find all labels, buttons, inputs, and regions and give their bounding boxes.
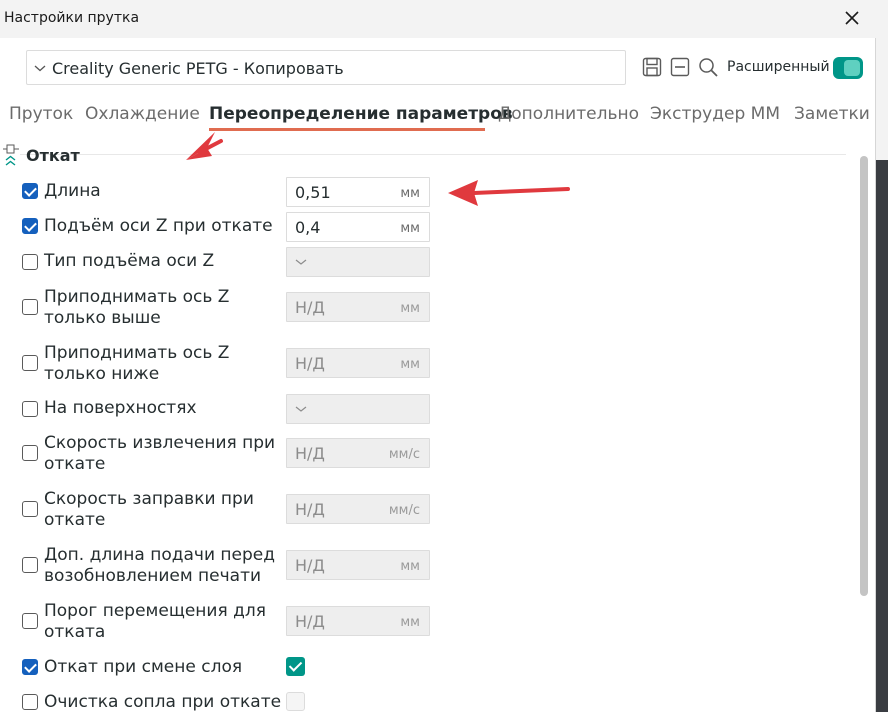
setting-row-z-hop: Подъём оси Z при откате 0,4 мм — [0, 211, 846, 243]
tab-notes[interactable]: Заметки — [794, 104, 870, 124]
override-checkbox[interactable] — [22, 659, 38, 675]
setting-row-retract-on-layer-change: Откат при смене слоя — [0, 653, 846, 681]
field-value: 0,51 — [295, 183, 331, 202]
field-unit: мм — [400, 357, 420, 372]
setting-row-z-hop-type: Тип подъёма оси Z — [0, 246, 846, 278]
override-checkbox[interactable] — [22, 254, 38, 270]
setting-label: Порог перемещения для отката — [44, 601, 266, 642]
advanced-mode-toggle[interactable] — [833, 57, 863, 79]
window-title: Настройки прутка — [4, 10, 140, 26]
field-unit: мм/с — [388, 503, 420, 518]
tab-multimaterial[interactable]: Экструдер ММ — [650, 104, 780, 124]
preset-selector[interactable]: Creality Generic PETG - Копировать — [26, 50, 626, 85]
setting-label: Очистка сопла при откате — [44, 692, 282, 712]
field-unit: мм — [400, 186, 420, 201]
setting-label: Тип подъёма оси Z — [44, 251, 215, 271]
setting-row-retraction-speed: Скорость извлечения при откате Н/Д мм/с — [0, 432, 846, 476]
retraction-icon — [3, 144, 19, 166]
section-title: Откат — [26, 146, 80, 165]
field-value: Н/Д — [295, 556, 325, 575]
override-checkbox[interactable] — [22, 613, 38, 629]
field-value: Н/Д — [295, 298, 325, 317]
field-unit: мм — [400, 615, 420, 630]
close-icon[interactable] — [842, 8, 862, 28]
setting-row-extra-length: Доп. длина подачи перед возобновлением п… — [0, 544, 846, 588]
override-checkbox[interactable] — [22, 218, 38, 234]
field-unit: мм — [400, 301, 420, 316]
lift-below-input[interactable]: Н/Д мм — [286, 348, 430, 378]
setting-label: Приподнимать ось Z только выше — [44, 287, 230, 328]
retraction-speed-input[interactable]: Н/Д мм/с — [286, 438, 430, 468]
on-surfaces-select[interactable] — [286, 394, 430, 424]
field-value: Н/Д — [295, 612, 325, 631]
field-value: Н/Д — [295, 500, 325, 519]
setting-row-lift-above: Приподнимать ось Z только выше Н/Д мм — [0, 286, 846, 330]
field-unit: мм — [400, 559, 420, 574]
field-unit: мм — [400, 221, 420, 236]
tab-advanced[interactable]: Дополнительно — [498, 104, 639, 124]
setting-row-travel-threshold: Порог перемещения для отката Н/Д мм — [0, 600, 846, 644]
scrollbar[interactable] — [860, 156, 868, 596]
setting-label: Скорость заправки при откате — [44, 489, 254, 530]
active-tab-indicator — [209, 128, 485, 131]
override-checkbox[interactable] — [22, 501, 38, 517]
tab-cooling[interactable]: Охлаждение — [85, 104, 200, 124]
override-checkbox[interactable] — [22, 183, 38, 199]
chevron-down-icon — [295, 259, 307, 265]
lift-above-input[interactable]: Н/Д мм — [286, 292, 430, 322]
toggle-knob — [844, 60, 860, 76]
setting-label: Длина — [44, 181, 101, 201]
setting-row-length: Длина 0,51 мм — [0, 176, 846, 208]
setting-row-on-surfaces: На поверхностях — [0, 393, 846, 425]
setting-row-lift-below: Приподнимать ось Z только ниже Н/Д мм — [0, 342, 846, 386]
travel-threshold-input[interactable]: Н/Д мм — [286, 606, 430, 636]
section-header-retraction: Откат — [0, 144, 846, 168]
delete-preset-icon[interactable] — [669, 56, 691, 78]
setting-label: Приподнимать ось Z только ниже — [44, 343, 230, 384]
setting-label: Откат при смене слоя — [44, 657, 243, 677]
search-icon[interactable] — [697, 56, 719, 78]
setting-row-wipe: Очистка сопла при откате — [0, 688, 846, 712]
advanced-mode-label: Расширенный — [727, 59, 830, 75]
chevron-down-icon — [295, 406, 307, 412]
deretraction-speed-input[interactable]: Н/Д мм/с — [286, 494, 430, 524]
title-bar: Настройки прутка — [0, 0, 876, 38]
setting-label: Подъём оси Z при откате — [44, 216, 273, 236]
setting-row-deretraction-speed: Скорость заправки при откате Н/Д мм/с — [0, 488, 846, 532]
override-checkbox[interactable] — [22, 445, 38, 461]
setting-label: Доп. длина подачи перед возобновлением п… — [44, 545, 275, 586]
override-checkbox[interactable] — [22, 355, 38, 371]
wipe-checkbox[interactable] — [286, 692, 305, 711]
chevron-down-icon — [34, 65, 46, 72]
z-hop-type-select[interactable] — [286, 247, 430, 277]
field-unit: мм/с — [388, 447, 420, 462]
retract-on-layer-change-checkbox[interactable] — [286, 657, 305, 676]
preset-name: Creality Generic PETG - Копировать — [52, 59, 344, 78]
field-value: Н/Д — [295, 444, 325, 463]
setting-label: На поверхностях — [44, 398, 197, 418]
length-input[interactable]: 0,51 мм — [286, 177, 430, 207]
filament-settings-dialog: Настройки прутка Creality Generic PETG -… — [0, 0, 876, 712]
field-value: Н/Д — [295, 354, 325, 373]
tab-setting-overrides[interactable]: Переопределение параметров — [209, 104, 513, 124]
extra-length-input[interactable]: Н/Д мм — [286, 550, 430, 580]
override-checkbox[interactable] — [22, 557, 38, 573]
save-icon[interactable] — [641, 56, 663, 78]
override-checkbox[interactable] — [22, 694, 38, 710]
override-checkbox[interactable] — [22, 401, 38, 417]
override-checkbox[interactable] — [22, 299, 38, 315]
background-viewport — [876, 160, 888, 712]
z-hop-input[interactable]: 0,4 мм — [286, 212, 430, 242]
field-value: 0,4 — [295, 218, 321, 237]
tab-filament[interactable]: Пруток — [9, 104, 73, 124]
setting-label: Скорость извлечения при откате — [44, 433, 276, 474]
